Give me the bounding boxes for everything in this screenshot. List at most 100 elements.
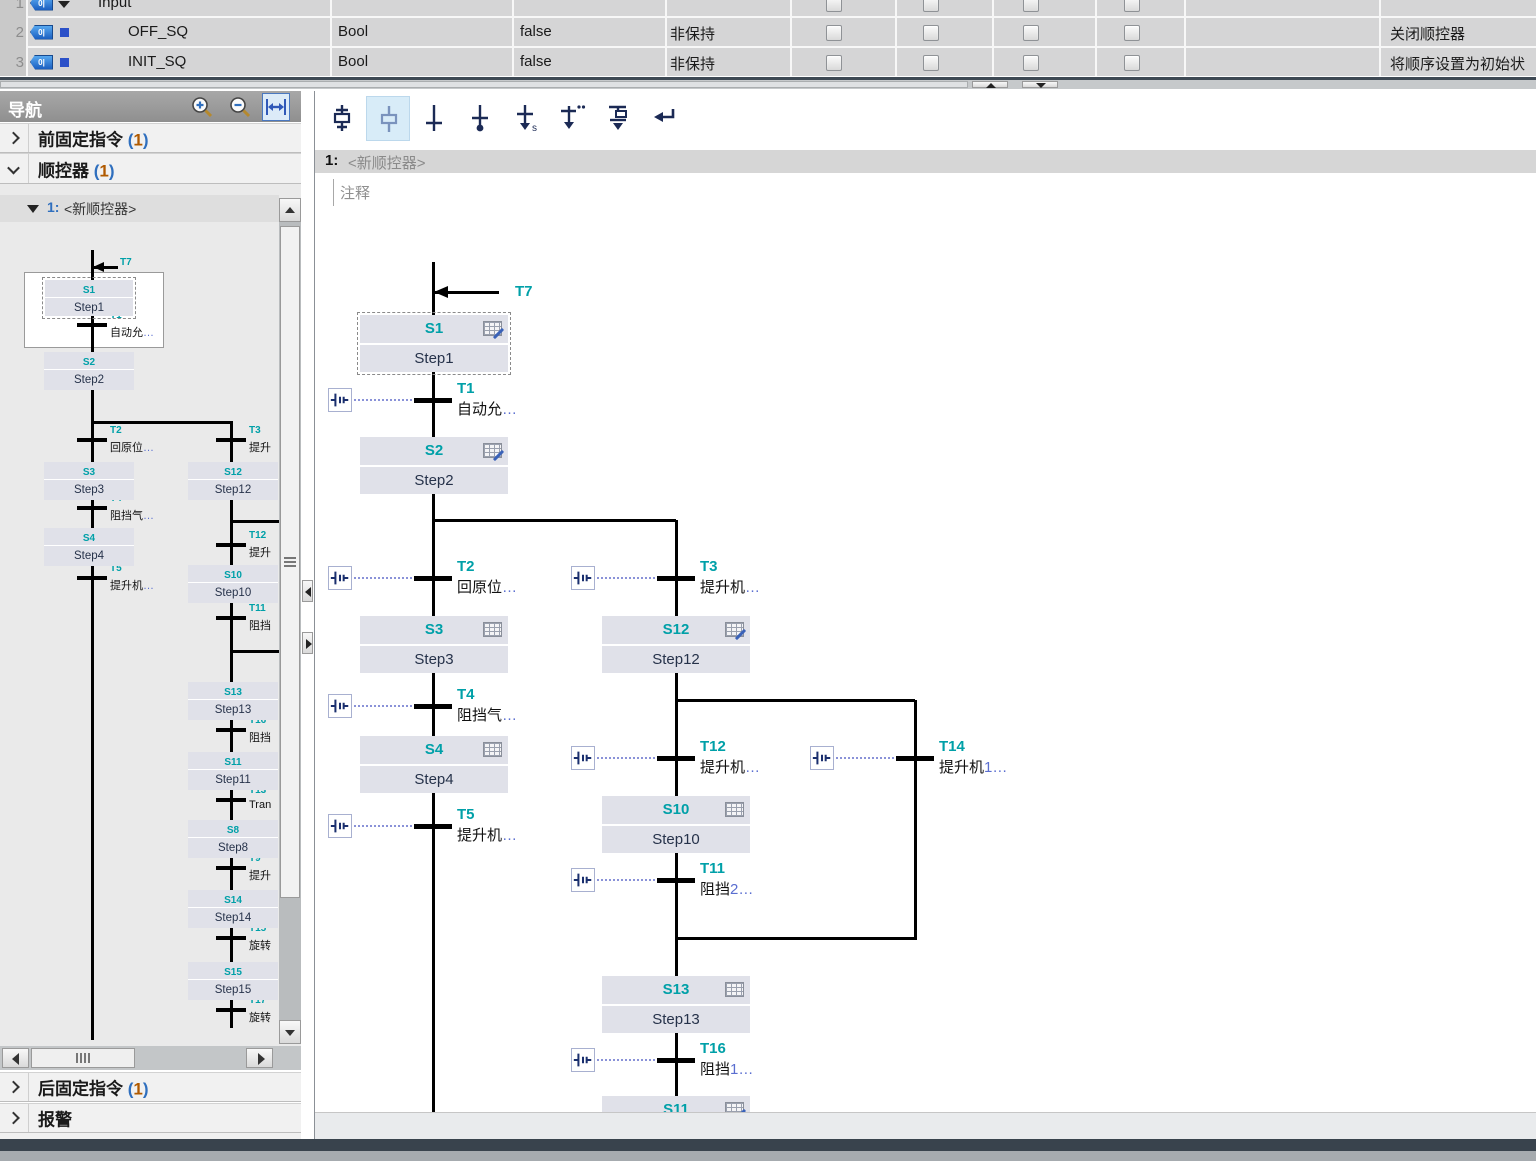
section-pre-instructions[interactable]: 前固定指令 (1) [0,123,301,153]
open-simultaneous-branch-button[interactable] [596,96,640,141]
expander-down-icon[interactable] [27,205,39,213]
contact-icon[interactable] [328,814,352,838]
transition-bar[interactable] [216,728,246,732]
hscroll-left-button[interactable] [2,1048,29,1068]
zoom-out-button[interactable] [228,95,254,121]
vertical-splitter[interactable] [301,91,314,1139]
checkbox[interactable] [826,55,842,71]
cell-retain[interactable]: 非保持 [670,53,715,74]
transition-bar[interactable] [414,398,452,403]
section-chevron-cell[interactable] [0,1104,29,1132]
contact-icon[interactable] [571,1048,595,1072]
checkbox[interactable] [1023,55,1039,71]
transition-bar[interactable] [657,756,695,761]
transition-bar[interactable] [216,798,246,802]
open-alternative-branch-button[interactable] [550,96,594,141]
checkbox[interactable] [826,0,842,12]
transition-bar[interactable] [657,576,695,581]
contact-icon[interactable] [810,746,834,770]
insert-jump-to-step-button[interactable]: s [504,96,548,141]
splitter-collapse-up-button[interactable] [972,81,1008,88]
section-chevron-cell[interactable] [0,124,29,152]
step-S13[interactable]: S13Step13 [188,682,278,720]
insert-step-and-transition-button[interactable] [320,96,364,141]
insert-step-button[interactable] [458,96,502,141]
horizontal-splitter[interactable] [0,80,1536,89]
step-S3[interactable]: S3Step3 [44,462,134,500]
checkbox[interactable] [1023,0,1039,12]
cell-default-value[interactable]: false [520,53,552,70]
vscroll-up-button[interactable] [279,198,301,222]
cell-comment[interactable]: 将顺序设置为初始状 [1390,53,1525,74]
transition-bar[interactable] [77,506,107,510]
fit-to-width-button[interactable] [262,93,290,121]
action-table-icon[interactable] [483,622,502,637]
contact-icon[interactable] [328,694,352,718]
section-post-instructions[interactable]: 后固定指令 (1) [0,1072,301,1102]
transition-bar[interactable] [216,543,246,547]
checkbox[interactable] [1023,25,1039,41]
transition-bar[interactable] [414,824,452,829]
insert-transition-button[interactable] [412,96,456,141]
cell-name[interactable]: Input [98,0,131,11]
cell-datatype[interactable]: Bool [338,23,368,40]
transition-bar[interactable] [216,616,246,620]
cell-name[interactable]: INIT_SQ [128,53,186,70]
step-S14[interactable]: S14Step14 [188,890,278,928]
checkbox[interactable] [923,25,939,41]
cell-default-value[interactable]: false [520,23,552,40]
insert-transition-and-step-button[interactable] [366,96,410,141]
transition-bar[interactable] [414,704,452,709]
step-S11[interactable]: S11Step11 [188,752,278,790]
step-S10[interactable]: S10Step10 [602,796,750,853]
hscroll-thumb[interactable] [31,1048,135,1068]
contact-icon[interactable] [571,566,595,590]
contact-icon[interactable] [571,868,595,892]
step-S12[interactable]: S12Step12 [188,462,278,500]
step-S10[interactable]: S10Step10 [188,565,278,603]
action-table-edit-icon[interactable] [725,622,744,637]
transition-bar[interactable] [77,438,107,442]
overview-subheader[interactable]: 1: <新顺控器> [0,195,279,222]
cell-retain[interactable]: 非保持 [670,23,715,44]
action-table-icon[interactable] [725,982,744,997]
splitter-thumb[interactable] [0,81,968,88]
step-S2[interactable]: S2Step2 [360,437,508,494]
transition-bar[interactable] [77,323,107,327]
vscroll-down-button[interactable] [279,1020,301,1044]
checkbox[interactable] [1124,0,1140,12]
comment-field[interactable]: 注释 [333,179,534,206]
step-S1[interactable]: S1Step1 [360,315,508,372]
contact-icon[interactable] [571,746,595,770]
action-table-icon[interactable] [483,742,502,757]
cell-name[interactable]: OFF_SQ [128,23,188,40]
transition-bar[interactable] [216,1008,246,1012]
splitter-collapse-right-button[interactable] [302,632,313,654]
transition-bar[interactable] [896,756,934,761]
cell-comment[interactable]: 关闭顺控器 [1390,23,1465,44]
contact-icon[interactable] [328,566,352,590]
transition-bar[interactable] [657,878,695,883]
checkbox[interactable] [923,0,939,12]
splitter-collapse-left-button[interactable] [302,580,313,602]
contact-icon[interactable] [328,388,352,412]
section-alarms[interactable]: 报警 [0,1103,301,1133]
action-table-icon[interactable] [725,802,744,817]
checkbox[interactable] [1124,25,1140,41]
step-S4[interactable]: S4Step4 [44,528,134,566]
section-chevron-cell[interactable] [0,154,29,183]
vscroll-thumb[interactable] [280,226,300,898]
action-table-edit-icon[interactable] [483,321,502,336]
transition-bar[interactable] [414,576,452,581]
editor-bottom-scrollbar[interactable] [315,1112,1536,1139]
step-S12[interactable]: S12Step12 [602,616,750,673]
expander-down-icon[interactable] [58,1,70,8]
step-S2[interactable]: S2Step2 [44,352,134,390]
splitter-collapse-down-button[interactable] [1022,81,1058,88]
section-chevron-cell[interactable] [0,1073,29,1101]
checkbox[interactable] [1124,55,1140,71]
step-S4[interactable]: S4Step4 [360,736,508,793]
step-S8[interactable]: S8Step8 [188,820,278,858]
section-sequencers[interactable]: 顺控器 (1) [0,153,301,184]
step-S13[interactable]: S13Step13 [602,976,750,1033]
